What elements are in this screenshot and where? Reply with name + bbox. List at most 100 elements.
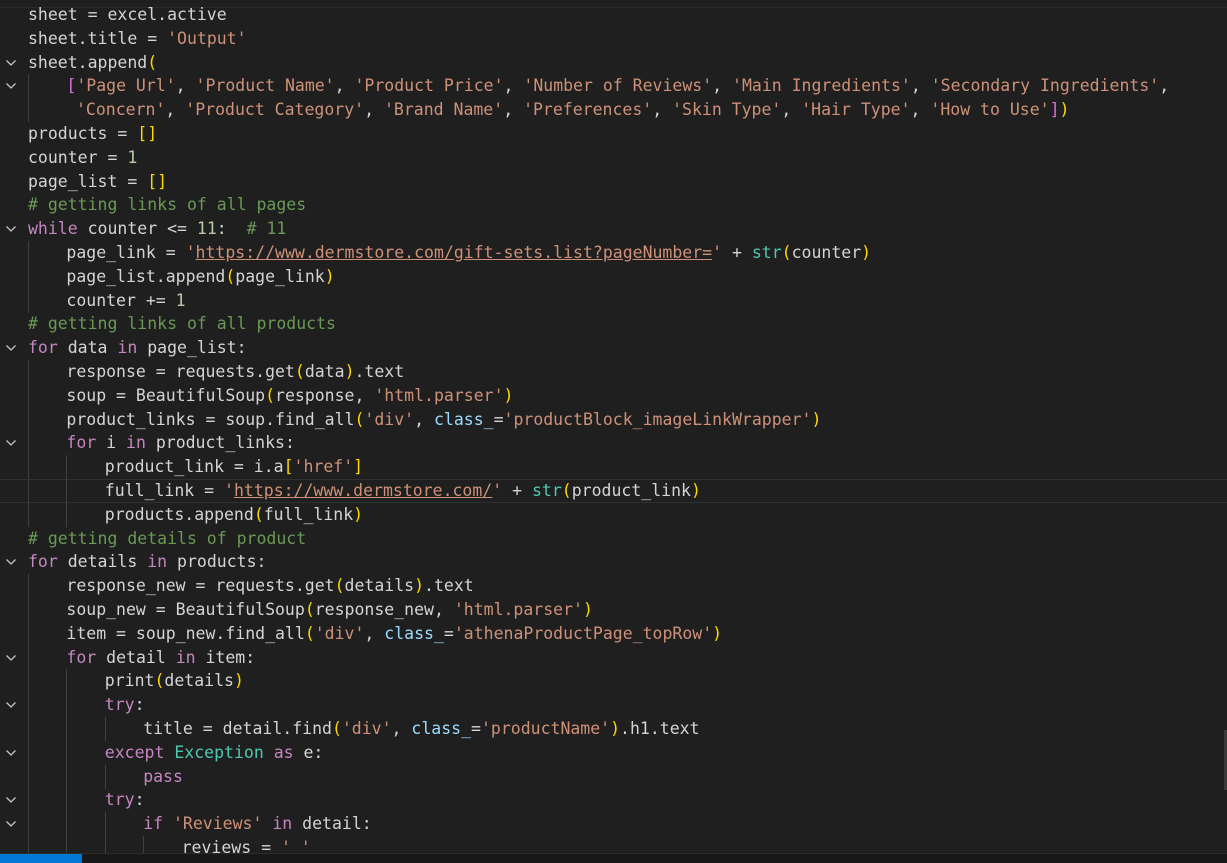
code-token: , <box>712 76 733 96</box>
code-token: 1 <box>127 147 138 167</box>
code-line[interactable]: 'Concern', 'Product Category', 'Brand Na… <box>0 98 1227 123</box>
code-token: ( <box>331 719 342 738</box>
chevron-down-icon[interactable] <box>5 80 17 92</box>
indent-guide <box>28 669 29 694</box>
code-token: 'How to Use' <box>930 100 1050 120</box>
code-token: ) <box>324 266 335 286</box>
code-token: 'Product Category' <box>185 100 365 120</box>
chevron-down-icon[interactable] <box>5 652 17 664</box>
indent-guide <box>66 812 68 837</box>
code-token: 'div' <box>364 409 415 429</box>
code-line[interactable]: soup = BeautifulSoup(response, 'html.par… <box>0 383 1227 408</box>
indent-guide <box>28 383 29 408</box>
code-token: = <box>471 719 481 738</box>
indent-guide <box>28 360 29 384</box>
code-line[interactable]: # getting details of product <box>0 527 1227 551</box>
code-token: 'Product Name' <box>195 76 335 96</box>
code-token: 'athenaProductPage_topRow' <box>453 623 713 643</box>
code-token: sheet.append <box>28 52 148 72</box>
code-line[interactable]: page_link = 'https://www.dermstore.com/g… <box>0 241 1227 265</box>
chevron-down-icon[interactable] <box>5 556 17 568</box>
code-token: in <box>272 814 293 834</box>
code-token: 'Secondary Ingredients' <box>930 76 1160 96</box>
code-line[interactable]: for i in product_links: <box>0 431 1227 456</box>
code-line[interactable]: product_link = i.a['href'] <box>0 455 1227 480</box>
code-line[interactable]: soup_new = BeautifulSoup(response_new, '… <box>0 598 1227 622</box>
code-line[interactable]: title = detail.find('div', class_='produ… <box>0 717 1227 741</box>
code-line[interactable]: try: <box>0 693 1227 718</box>
code-token: = <box>443 623 454 643</box>
indent-guide <box>66 788 68 813</box>
chevron-down-icon[interactable] <box>5 818 17 830</box>
code-line[interactable]: for details in products: <box>0 550 1227 574</box>
code-line[interactable]: product_links = soup.find_all('div', cla… <box>0 407 1227 432</box>
code-token: response = requests.get <box>66 362 295 381</box>
chevron-down-icon[interactable] <box>5 437 17 449</box>
code-line[interactable]: sheet = excel.active <box>0 3 1227 27</box>
code-line[interactable]: except Exception as e: <box>0 740 1227 765</box>
code-text: page_link = 'https://www.dermstore.com/g… <box>66 241 871 265</box>
code-text: title = detail.find('div', class_='produ… <box>143 717 699 741</box>
code-line[interactable]: page_list = [] <box>0 170 1227 194</box>
code-editor[interactable]: sheet = excel.active sheet.title = 'Outpu… <box>0 3 1227 860</box>
code-text: soup = BeautifulSoup(response, 'html.par… <box>66 384 513 408</box>
chevron-down-icon[interactable] <box>5 342 17 354</box>
code-token: counter <= <box>77 219 197 239</box>
chevron-down-icon[interactable] <box>5 699 17 711</box>
code-line[interactable]: try: <box>0 788 1227 813</box>
chevron-down-icon[interactable] <box>5 223 17 235</box>
code-token: counter = <box>28 147 128 167</box>
code-token: product_links: <box>145 433 295 453</box>
code-token: , <box>910 100 931 120</box>
code-token: 'Output' <box>167 28 247 48</box>
code-text: for i in product_links: <box>66 431 295 455</box>
code-line[interactable]: # getting links of all pages <box>0 193 1227 217</box>
code-text: # getting details of product <box>28 527 306 551</box>
code-line[interactable]: if 'Reviews' in detail: <box>0 812 1227 837</box>
code-token: 'Preferences' <box>523 100 653 120</box>
code-token: [] <box>137 124 158 143</box>
code-line[interactable]: # getting links of all products <box>0 312 1227 336</box>
code-line[interactable]: while counter <= 11: # 11 <box>0 217 1227 241</box>
code-text: sheet.append( <box>28 51 157 75</box>
code-text: try: <box>105 788 145 812</box>
code-text: product_link = i.a['href'] <box>105 455 363 479</box>
code-token: ' <box>492 481 503 500</box>
code-line[interactable]: counter += 1 <box>0 288 1227 313</box>
code-token: , <box>175 76 196 96</box>
code-token: ) <box>503 385 514 405</box>
code-line[interactable]: item = soup_new.find_all('div', class_='… <box>0 621 1227 646</box>
code-text: ['Page Url', 'Product Name', 'Product Pr… <box>66 74 1169 98</box>
code-token: full_link = <box>104 481 225 500</box>
code-line[interactable]: counter = 1 <box>0 146 1227 170</box>
code-line[interactable]: sheet.title = 'Output' <box>0 27 1227 51</box>
code-line[interactable]: sheet.append( <box>0 51 1227 75</box>
code-line[interactable]: print(details) <box>0 669 1227 694</box>
chevron-down-icon[interactable] <box>5 57 17 69</box>
code-line[interactable]: products = [] <box>0 122 1227 146</box>
code-token: ( <box>154 671 165 691</box>
code-token: item = soup_new.find_all <box>66 623 305 643</box>
code-token[interactable]: https://www.dermstore.com/gift-sets.list… <box>196 243 713 262</box>
chevron-down-icon[interactable] <box>5 794 17 806</box>
chevron-down-icon[interactable] <box>5 747 17 759</box>
code-line[interactable]: for detail in item: <box>0 645 1227 670</box>
code-line[interactable]: pass <box>0 764 1227 789</box>
code-token: ) <box>353 504 364 524</box>
code-line[interactable]: response = requests.get(data).text <box>0 360 1227 384</box>
indent-guide <box>28 455 29 480</box>
code-line[interactable]: products.append(full_link) <box>0 502 1227 527</box>
code-token: ' <box>224 481 234 500</box>
code-token[interactable]: https://www.dermstore.com/ <box>234 481 492 500</box>
code-token: details <box>164 671 234 691</box>
code-token: ) <box>1059 100 1070 120</box>
code-line[interactable]: response_new = requests.get(details).tex… <box>0 574 1227 599</box>
indent-guide <box>104 764 106 789</box>
code-token: sheet = excel.active <box>28 5 227 24</box>
code-line[interactable]: ['Page Url', 'Product Name', 'Product Pr… <box>0 74 1227 99</box>
code-line[interactable]: full_link = 'https://www.dermstore.com/'… <box>0 479 1227 504</box>
indent-guide <box>28 621 29 646</box>
code-line[interactable]: page_list.append(page_link) <box>0 264 1227 289</box>
code-text: for details in products: <box>28 550 266 574</box>
code-line[interactable]: for data in page_list: <box>0 336 1227 360</box>
